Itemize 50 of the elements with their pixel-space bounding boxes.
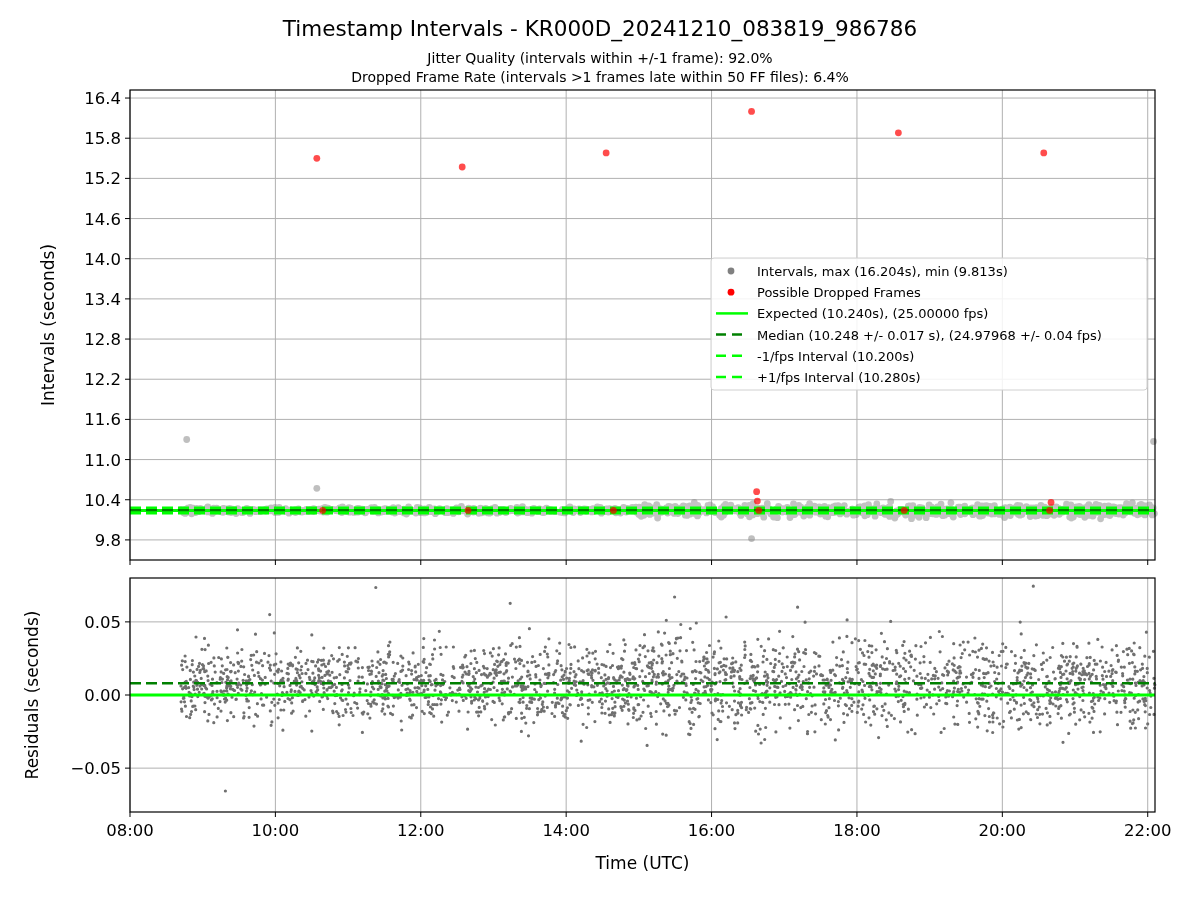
y-tick-label: 0.05	[84, 612, 121, 632]
legend-label: -1/fps Interval (10.200s)	[757, 348, 915, 364]
chart-subtitle: Dropped Frame Rate (intervals >1 frames late within 50 FF files): 6.4%	[351, 69, 849, 85]
y-tick-label: 14.6	[84, 209, 121, 229]
data-point	[748, 108, 755, 115]
y-tick-label: 12.8	[84, 330, 121, 350]
data-point	[313, 154, 321, 162]
y-tick-label: 11.0	[84, 450, 121, 470]
data-point	[183, 436, 191, 443]
data-point	[748, 535, 755, 542]
y-tick-label: 11.6	[84, 410, 121, 430]
x-tick-label: 08:00	[106, 821, 154, 840]
x-tick-label: 18:00	[833, 821, 881, 840]
x-tick-label: 10:00	[251, 821, 300, 840]
y-tick-label: 13.4	[84, 289, 121, 309]
data-point	[895, 129, 902, 137]
legend-label: +1/fps Interval (10.280s)	[757, 370, 921, 385]
x-tick-label: 20:00	[978, 821, 1027, 840]
data-point	[900, 507, 908, 514]
legend-label: Possible Dropped Frames	[757, 285, 921, 301]
x-tick-label: 14:00	[542, 821, 590, 840]
x-axis-label: Time (UTC)	[595, 853, 690, 873]
data-point	[1150, 438, 1157, 445]
y-tick-label: 15.2	[84, 169, 121, 189]
y-tick-label: 15.8	[84, 129, 121, 149]
y-tick-label: 16.4	[84, 89, 121, 109]
data-point	[464, 507, 472, 514]
data-point	[610, 507, 617, 514]
legend-label: Intervals, max (16.204s), min (9.813s)	[757, 264, 1008, 279]
y-axis-label: Residuals (seconds)	[22, 610, 42, 780]
chart-title: Timestamp Intervals - KR000D_20241210_083819_986786	[282, 16, 918, 41]
y-axis-label: Intervals (seconds)	[38, 243, 58, 407]
x-tick-label: 22:00	[1123, 821, 1172, 840]
data-point	[458, 163, 466, 171]
data-point	[1040, 149, 1048, 157]
data-point	[313, 484, 321, 492]
x-tick-label: 12:00	[397, 821, 445, 840]
y-tick-label: 10.4	[84, 490, 121, 510]
data-point	[755, 507, 763, 514]
data-point	[602, 149, 610, 157]
y-tick-label: 12.2	[84, 370, 121, 390]
y-tick-label: 0.00	[84, 686, 121, 705]
legend-label: Expected (10.240s), (25.00000 fps)	[757, 306, 989, 322]
legend-label: Median (10.248 +/- 0.017 s), (24.97968 +/- 0.04 fps)	[757, 327, 1102, 343]
chart-subtitle: Jitter Quality (intervals within +/-1 frame): 92.0%	[427, 50, 773, 66]
y-tick-label: 14.0	[84, 249, 121, 269]
y-tick-label: 9.8	[94, 530, 121, 550]
y-tick-label: −0.05	[70, 759, 121, 779]
data-point	[319, 507, 327, 514]
x-tick-label: 16:00	[687, 821, 736, 840]
